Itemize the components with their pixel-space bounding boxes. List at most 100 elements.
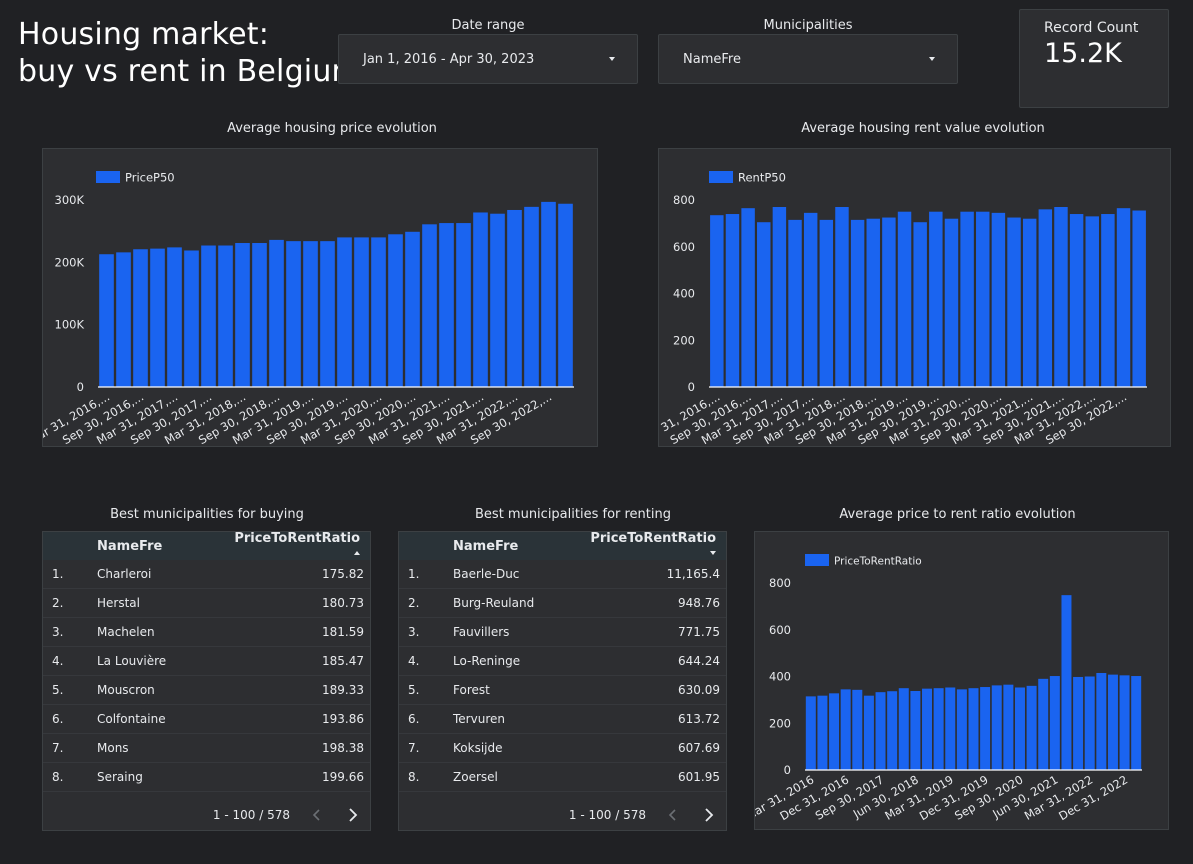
bar[interactable] — [910, 690, 921, 770]
col-header-name[interactable]: NameFre — [97, 539, 220, 554]
bar[interactable] — [524, 206, 539, 387]
table-row[interactable]: 3. Machelen 181.59 — [43, 618, 370, 647]
bar[interactable] — [1069, 214, 1084, 387]
bar[interactable] — [1131, 676, 1142, 770]
bar[interactable] — [788, 219, 802, 387]
bar[interactable] — [956, 689, 967, 770]
bar[interactable] — [991, 685, 1002, 770]
table-row[interactable]: 6. Colfontaine 193.86 — [43, 705, 370, 734]
bar[interactable] — [875, 692, 886, 770]
bar[interactable] — [1101, 214, 1115, 387]
bar[interactable] — [133, 249, 148, 387]
bar[interactable] — [1038, 209, 1053, 387]
bar[interactable] — [235, 243, 250, 387]
bar[interactable] — [898, 688, 909, 770]
table-row[interactable]: 4. Lo-Reninge 644.24 — [399, 647, 726, 676]
bar[interactable] — [320, 241, 335, 387]
bar[interactable] — [337, 237, 352, 387]
table-row[interactable]: 8. Zoersel 601.95 — [399, 763, 726, 792]
bar[interactable] — [772, 207, 787, 387]
bar[interactable] — [541, 201, 556, 387]
bar[interactable] — [99, 254, 114, 387]
bar[interactable] — [933, 688, 944, 770]
bar[interactable] — [1054, 207, 1068, 387]
bar[interactable] — [507, 209, 522, 387]
bar[interactable] — [1022, 218, 1037, 387]
bar[interactable] — [1038, 678, 1049, 770]
bar[interactable] — [944, 218, 959, 387]
bar[interactable] — [1107, 674, 1118, 770]
bar[interactable] — [991, 212, 1006, 387]
bar[interactable] — [968, 688, 979, 770]
bar[interactable] — [252, 243, 267, 387]
bar[interactable] — [976, 211, 990, 387]
previous-page-button[interactable] — [664, 805, 682, 825]
bar[interactable] — [116, 252, 131, 387]
col-header-name[interactable]: NameFre — [453, 539, 576, 554]
bar[interactable] — [1026, 685, 1037, 770]
bar[interactable] — [439, 223, 454, 387]
bar[interactable] — [1084, 676, 1095, 771]
bar[interactable] — [852, 689, 863, 770]
bar[interactable] — [805, 696, 816, 770]
bar[interactable] — [456, 223, 471, 387]
bar[interactable] — [303, 241, 318, 387]
table-row[interactable]: 5. Forest 630.09 — [399, 676, 726, 705]
bar[interactable] — [354, 237, 369, 387]
bar[interactable] — [1007, 217, 1021, 387]
bar[interactable] — [1096, 672, 1107, 770]
table-row[interactable]: 1. Baerle-Duc 11,165.4 — [399, 560, 726, 589]
municipalities-dropdown[interactable]: NameFre — [658, 34, 958, 84]
bar[interactable] — [980, 687, 991, 770]
bar[interactable] — [803, 212, 818, 387]
bar[interactable] — [710, 215, 724, 387]
bar[interactable] — [167, 247, 182, 387]
table-row[interactable]: 1. Charleroi 175.82 — [43, 560, 370, 589]
bar[interactable] — [473, 212, 488, 387]
bar[interactable] — [286, 241, 301, 387]
bar[interactable] — [405, 231, 420, 387]
bar[interactable] — [725, 214, 740, 387]
table-row[interactable]: 4. La Louvière 185.47 — [43, 647, 370, 676]
bar[interactable] — [829, 693, 840, 770]
bar[interactable] — [1003, 684, 1014, 770]
bar[interactable] — [840, 689, 851, 770]
bar[interactable] — [1014, 687, 1025, 770]
bar[interactable] — [1132, 210, 1146, 387]
bar[interactable] — [558, 203, 573, 387]
bar[interactable] — [201, 245, 216, 387]
bar[interactable] — [388, 234, 403, 387]
table-row[interactable]: 2. Herstal 180.73 — [43, 589, 370, 618]
bar[interactable] — [1073, 676, 1084, 770]
bar[interactable] — [371, 237, 386, 387]
bar[interactable] — [913, 222, 927, 387]
bar[interactable] — [866, 218, 880, 387]
bar[interactable] — [882, 217, 896, 387]
bar[interactable] — [741, 208, 755, 387]
bar[interactable] — [1119, 675, 1130, 770]
bar[interactable] — [1116, 208, 1131, 387]
bar[interactable] — [863, 695, 874, 770]
table-row[interactable]: 7. Koksijde 607.69 — [399, 734, 726, 763]
bar[interactable] — [184, 250, 199, 387]
bar[interactable] — [1049, 676, 1060, 770]
bar[interactable] — [1085, 216, 1099, 387]
next-page-button[interactable] — [343, 805, 361, 825]
bar[interactable] — [269, 239, 284, 387]
bar[interactable] — [817, 695, 828, 770]
bar[interactable] — [945, 687, 956, 770]
bar[interactable] — [819, 219, 834, 387]
col-header-value[interactable]: PriceToRentRatio — [220, 532, 370, 561]
bar[interactable] — [850, 219, 865, 387]
bar[interactable] — [490, 213, 505, 387]
table-row[interactable]: 8. Seraing 199.66 — [43, 763, 370, 792]
bar[interactable] — [929, 211, 943, 387]
bar[interactable] — [757, 222, 771, 387]
bar[interactable] — [897, 211, 912, 387]
col-header-value[interactable]: PriceToRentRatio — [576, 532, 726, 561]
table-row[interactable]: 3. Fauvillers 771.75 — [399, 618, 726, 647]
bar[interactable] — [835, 207, 849, 387]
table-row[interactable]: 5. Mouscron 189.33 — [43, 676, 370, 705]
bar[interactable] — [1061, 595, 1072, 770]
table-row[interactable]: 6. Tervuren 613.72 — [399, 705, 726, 734]
